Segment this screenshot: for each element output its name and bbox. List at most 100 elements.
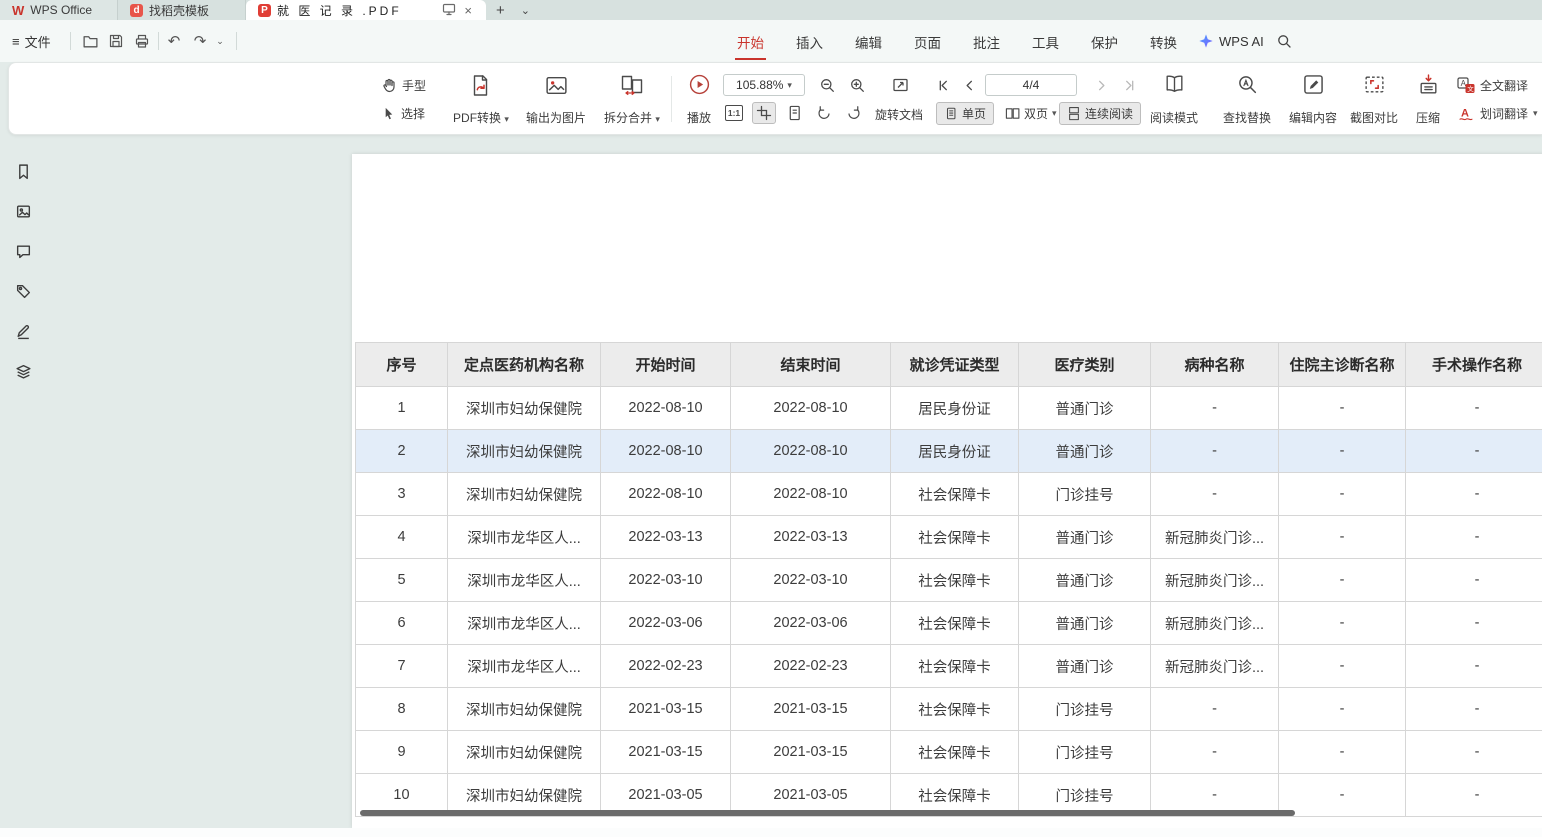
zoom-out-button[interactable]	[815, 74, 839, 96]
full-translate-button[interactable]: A文 全文翻译	[1457, 74, 1528, 96]
table-cell: -	[1406, 430, 1542, 473]
table-cell: 2022-03-06	[601, 602, 731, 645]
menubar-search-button[interactable]	[1272, 29, 1296, 53]
chevron-right-icon	[1094, 78, 1109, 93]
edit-content-icon	[1302, 73, 1325, 96]
tab-list-chevron-icon[interactable]: ⌄	[515, 0, 536, 20]
full-translate-icon: A文	[1457, 77, 1475, 94]
fit-page-button[interactable]	[782, 102, 806, 124]
device-icon	[442, 2, 456, 19]
table-cell: 深圳市妇幼保健院	[448, 387, 601, 430]
wps-pdf-window: W WPS Office d 找稻壳模板 P 就 医 记 录 .PDF × + …	[0, 0, 1542, 837]
svg-text:文: 文	[1467, 84, 1474, 93]
book-icon	[1163, 73, 1186, 96]
ribbon-tab-convert[interactable]: 转换	[1148, 22, 1179, 60]
fit-window-button[interactable]	[889, 74, 913, 96]
ribbon-tab-protect[interactable]: 保护	[1089, 22, 1120, 60]
zoom-level-select[interactable]: 105.88% ▾	[723, 74, 805, 96]
table-row: 5深圳市龙华区人...2022-03-102022-03-10社会保障卡普通门诊…	[356, 559, 1542, 602]
menubar: ≡ 文件 ↶ ↷ ⌄ 开始 插入 编辑 页面 批注 工具 保护 转换	[0, 20, 1542, 62]
ribbon-tabs: 开始 插入 编辑 页面 批注 工具 保护 转换	[735, 20, 1179, 62]
find-replace-button[interactable]: 查找替换	[1215, 70, 1279, 128]
table-cell: 普通门诊	[1019, 645, 1151, 688]
docer-icon: d	[130, 4, 143, 17]
comments-panel-button[interactable]	[13, 241, 33, 261]
rotate-right-button[interactable]	[842, 102, 866, 124]
close-tab-icon[interactable]: ×	[462, 3, 474, 18]
table-cell: 2022-08-10	[601, 473, 731, 516]
table-cell: -	[1406, 645, 1542, 688]
read-mode-button[interactable]: 阅读模式	[1142, 70, 1206, 128]
printer-icon	[134, 33, 150, 49]
single-page-toggle[interactable]: 单页	[936, 102, 994, 125]
table-cell: 深圳市龙华区人...	[448, 645, 601, 688]
undo-history-chevron[interactable]: ⌄	[212, 29, 228, 53]
redo-icon: ↷	[194, 32, 207, 50]
ribbon-tab-comment[interactable]: 批注	[971, 22, 1002, 60]
rotate-left-button[interactable]	[812, 102, 836, 124]
last-page-button[interactable]	[1117, 74, 1141, 96]
edit-content-button[interactable]: 编辑内容	[1281, 70, 1345, 128]
ribbon-tab-page[interactable]: 页面	[912, 22, 943, 60]
table-cell: -	[1151, 473, 1279, 516]
open-file-button[interactable]	[78, 29, 102, 53]
file-menu-button[interactable]: ≡ 文件	[12, 30, 51, 52]
table-row: 4深圳市龙华区人...2022-03-132022-03-13社会保障卡普通门诊…	[356, 516, 1542, 559]
word-translate-button[interactable]: A 划词翻译 ▾	[1457, 102, 1538, 124]
split-merge-button[interactable]: 拆分合并 ▾	[596, 70, 668, 128]
zoom-in-button[interactable]	[845, 74, 869, 96]
tab-wps-office[interactable]: W WPS Office	[0, 0, 118, 20]
new-tab-button[interactable]: +	[486, 0, 515, 20]
table-cell: 3	[356, 473, 448, 516]
redo-button[interactable]: ↷	[188, 29, 212, 53]
tab-document-pdf[interactable]: P 就 医 记 录 .PDF ×	[246, 0, 486, 20]
one-to-one-icon: 1:1	[725, 105, 743, 121]
left-sidebar-rail	[0, 135, 44, 837]
first-page-button[interactable]	[931, 74, 955, 96]
layers-panel-button[interactable]	[13, 361, 33, 381]
table-cell: -	[1151, 430, 1279, 473]
table-cell: 新冠肺炎门诊...	[1151, 516, 1279, 559]
select-tool-label: 选择	[401, 105, 425, 122]
previous-page-button[interactable]	[957, 74, 981, 96]
save-button[interactable]	[104, 29, 128, 53]
table-cell: -	[1151, 688, 1279, 731]
ribbon-tab-insert[interactable]: 插入	[794, 22, 825, 60]
table-cell: 2022-08-10	[731, 430, 891, 473]
double-page-toggle[interactable]: 双页 ▾	[997, 102, 1065, 125]
tab-docer-templates[interactable]: d 找稻壳模板	[118, 0, 246, 20]
table-cell: 2022-03-06	[731, 602, 891, 645]
table-cell: 2022-08-10	[731, 473, 891, 516]
table-cell: 普通门诊	[1019, 430, 1151, 473]
thumbnails-panel-button[interactable]	[13, 201, 33, 221]
bookmarks-panel-button[interactable]	[13, 161, 33, 181]
compress-button[interactable]: 压缩	[1404, 70, 1452, 128]
rotate-document-button[interactable]: 旋转文档	[875, 103, 923, 125]
hand-tool-button[interactable]: 手型	[381, 74, 426, 96]
ribbon-tab-tools[interactable]: 工具	[1030, 22, 1061, 60]
tags-panel-button[interactable]	[13, 281, 33, 301]
table-cell: -	[1406, 602, 1542, 645]
ribbon-tab-home[interactable]: 开始	[735, 22, 766, 60]
pdf-convert-button[interactable]: PDF转换 ▾	[446, 70, 516, 128]
export-image-button[interactable]: 输出为图片	[518, 70, 594, 128]
table-cell: 门诊挂号	[1019, 688, 1151, 731]
page-number-input[interactable]: 4/4	[985, 74, 1077, 96]
table-cell: 普通门诊	[1019, 559, 1151, 602]
fit-width-button[interactable]	[752, 102, 776, 124]
continuous-reading-toggle[interactable]: 连续阅读	[1059, 102, 1141, 125]
screenshot-compare-button[interactable]: 截图对比	[1342, 70, 1406, 128]
horizontal-scrollbar[interactable]	[360, 810, 1295, 816]
table-cell: 居民身份证	[891, 387, 1019, 430]
play-button[interactable]: 播放	[677, 70, 721, 128]
next-page-button[interactable]	[1089, 74, 1113, 96]
word-translate-icon: A	[1457, 105, 1475, 122]
select-tool-button[interactable]: 选择	[381, 102, 425, 124]
actual-size-button[interactable]: 1:1	[722, 102, 746, 124]
signature-panel-button[interactable]	[13, 321, 33, 341]
ribbon-tab-edit[interactable]: 编辑	[853, 22, 884, 60]
wps-ai-button[interactable]: WPS AI	[1198, 29, 1264, 53]
table-cell: 2	[356, 430, 448, 473]
undo-button[interactable]: ↶	[162, 29, 186, 53]
print-button[interactable]	[130, 29, 154, 53]
